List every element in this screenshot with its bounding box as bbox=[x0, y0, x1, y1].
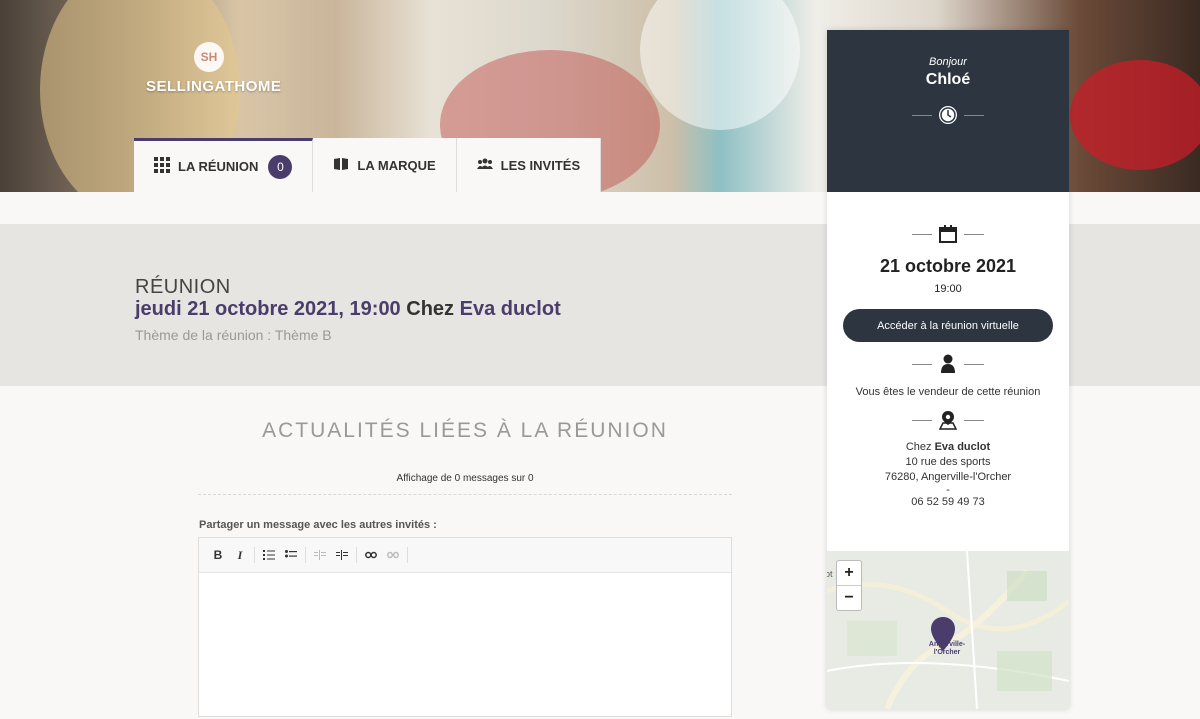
host-phone[interactable]: 06 52 59 49 73 bbox=[827, 495, 1069, 510]
ordered-list-icon[interactable] bbox=[258, 544, 280, 566]
toolbar-separator bbox=[356, 547, 357, 563]
map-pin-icon bbox=[938, 410, 958, 430]
address-street: 10 rue des sports bbox=[905, 456, 991, 468]
news-title: ACTUALITÉS LIÉES À LA RÉUNION bbox=[262, 419, 668, 442]
seller-role-text: Vous êtes le vendeur de cette réunion bbox=[855, 386, 1041, 398]
book-icon bbox=[333, 157, 349, 174]
grid-icon bbox=[154, 157, 170, 176]
divider bbox=[198, 494, 732, 495]
user-name: Chloé bbox=[925, 71, 971, 88]
messages-count: Affichage de 0 messages sur 0 bbox=[396, 473, 534, 484]
map-edge-label: ot bbox=[827, 569, 833, 579]
main-tabs: LA RÉUNION 0 LA MARQUE LES INVITÉS bbox=[134, 138, 602, 192]
card-details: 21 octobre 2021 19:00 Accéder à la réuni… bbox=[827, 224, 1069, 510]
meeting-date: 21 octobre 2021 bbox=[879, 256, 1017, 276]
tab-marque-label: LA MARQUE bbox=[357, 157, 436, 173]
link-icon[interactable] bbox=[360, 544, 382, 566]
brand-logo[interactable]: SH SELLINGATHOME bbox=[146, 42, 282, 95]
address-separator: - bbox=[946, 484, 950, 496]
tab-invites[interactable]: LES INVITÉS bbox=[456, 138, 602, 192]
location-map[interactable]: ot + − Angerville-l'Orcher bbox=[827, 551, 1069, 709]
share-message-label: Partager un message avec les autres invi… bbox=[199, 519, 437, 531]
editor-toolbar: B I bbox=[199, 538, 731, 573]
toolbar-separator bbox=[407, 547, 408, 563]
clock-icon bbox=[938, 105, 958, 125]
tab-reunion[interactable]: LA RÉUNION 0 bbox=[134, 138, 314, 192]
meeting-theme: Thème de la réunion : Thème B bbox=[135, 327, 332, 343]
toolbar-separator bbox=[305, 547, 306, 563]
logo-text: SELLINGATHOME bbox=[146, 78, 282, 95]
tab-invites-label: LES INVITÉS bbox=[500, 157, 581, 173]
meeting-datetime: jeudi 21 octobre 2021, 19:00 bbox=[135, 298, 401, 320]
user-divider bbox=[827, 354, 1069, 374]
address-host-line: Chez Eva duclot bbox=[905, 441, 991, 453]
location-divider bbox=[827, 410, 1069, 430]
indent-icon[interactable] bbox=[331, 544, 353, 566]
bold-button[interactable]: B bbox=[207, 544, 229, 566]
join-virtual-meeting-button[interactable]: Accéder à la réunion virtuelle bbox=[843, 309, 1053, 342]
editor-content-area[interactable] bbox=[199, 573, 731, 719]
user-icon bbox=[938, 354, 958, 374]
meeting-chez: Chez bbox=[406, 298, 455, 320]
tab-reunion-label: LA RÉUNION bbox=[178, 159, 259, 174]
outdent-icon[interactable] bbox=[309, 544, 331, 566]
toolbar-separator bbox=[254, 547, 255, 563]
address-city: 76280, Angerville-l'Orcher bbox=[884, 471, 1012, 483]
calendar-divider bbox=[827, 224, 1069, 244]
greeting-header: Bonjour Chloé bbox=[827, 30, 1069, 192]
map-zoom-controls: + − bbox=[836, 560, 862, 611]
greeting-text: Bonjour bbox=[929, 56, 967, 68]
calendar-icon bbox=[938, 224, 958, 244]
unlink-icon[interactable] bbox=[382, 544, 404, 566]
meeting-heading: RÉUNION bbox=[135, 276, 231, 298]
meeting-datetime-line: jeudi 21 octobre 2021, 19:00 Chez Eva du… bbox=[135, 298, 561, 321]
users-icon bbox=[476, 157, 493, 173]
zoom-in-button[interactable]: + bbox=[837, 561, 861, 585]
bullet-list-icon[interactable] bbox=[280, 544, 302, 566]
clock-divider bbox=[827, 105, 1069, 125]
address-host-name: Eva duclot bbox=[934, 441, 991, 453]
message-editor[interactable]: B I bbox=[198, 537, 732, 717]
meeting-time: 19:00 bbox=[934, 283, 962, 295]
messages-count-badge: 0 bbox=[268, 154, 293, 179]
zoom-out-button[interactable]: − bbox=[837, 585, 861, 610]
italic-button[interactable]: I bbox=[229, 544, 251, 566]
tab-marque[interactable]: LA MARQUE bbox=[313, 138, 457, 192]
host-address: Chez Eva duclot 10 rue des sports 76280,… bbox=[827, 440, 1069, 510]
logo-mark: SH bbox=[194, 42, 224, 72]
map-place-label: Angerville-l'Orcher bbox=[928, 641, 966, 656]
meeting-host: Eva duclot bbox=[459, 298, 561, 320]
meeting-summary-card: Bonjour Chloé 21 octobre 2021 19:00 Accé… bbox=[827, 30, 1069, 709]
